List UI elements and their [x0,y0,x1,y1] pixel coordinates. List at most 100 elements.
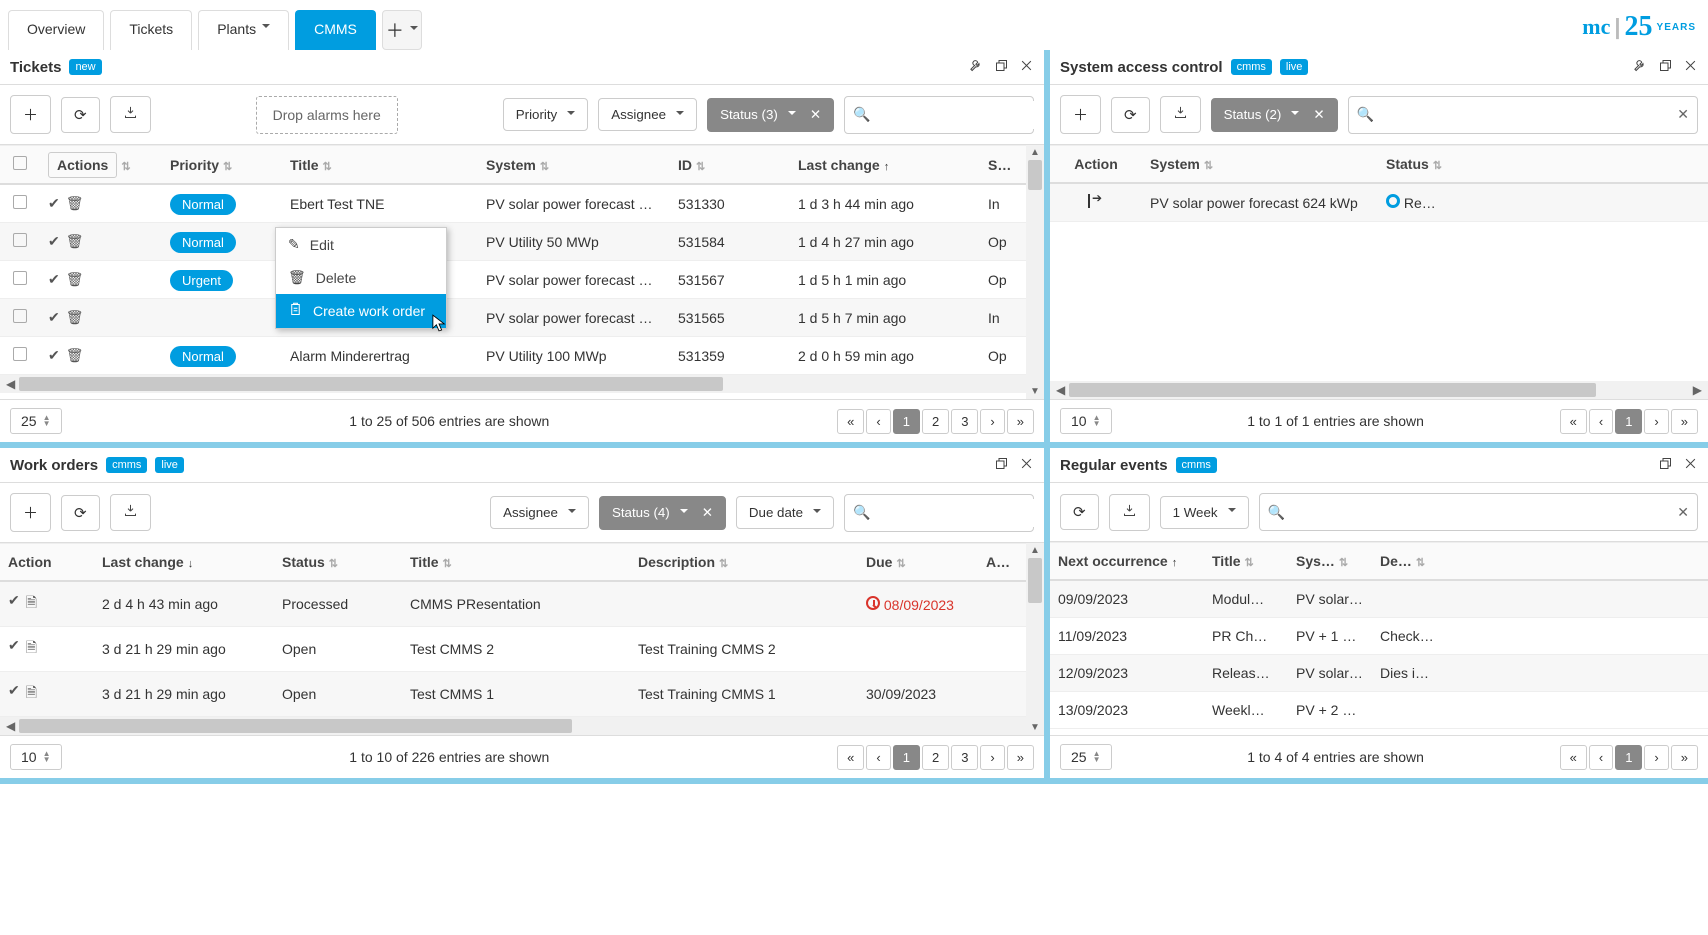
close-icon[interactable] [1683,456,1698,474]
trash-icon[interactable]: 🗑 [66,347,84,364]
horizontal-scrollbar[interactable]: ◀▶ [0,717,1044,735]
col-status[interactable]: Status [980,147,1020,183]
download-button[interactable] [1109,494,1150,531]
search-input[interactable] [870,499,1044,527]
restore-icon[interactable] [1658,456,1673,474]
status-filter[interactable]: Status (2)✕ [1211,98,1338,132]
col-due[interactable]: Due⇅ [858,544,978,580]
document-icon[interactable]: 🗎 [26,682,37,706]
page-1[interactable]: 1 [1615,745,1642,770]
download-button[interactable] [110,494,151,531]
page-2[interactable]: 2 [922,409,949,434]
col-system[interactable]: System⇅ [1142,146,1378,182]
page-2[interactable]: 2 [922,745,949,770]
table-row[interactable]: ✔🗑 Normal Alarm Minderertrag PV Utility … [0,337,1044,375]
refresh-button[interactable]: ⟳ [1060,494,1099,530]
trash-icon[interactable]: 🗑 [66,233,84,250]
col-last-change[interactable]: Last change↑ [790,147,980,183]
ctx-edit[interactable]: ✎ Edit [276,228,446,261]
range-filter[interactable]: 1 Week [1160,496,1249,529]
page-first[interactable]: « [837,745,864,770]
clear-filter-icon[interactable]: ✕ [702,505,713,521]
add-tab-button[interactable]: ＋ [382,10,422,50]
download-button[interactable] [1160,96,1201,133]
page-prev[interactable]: ‹ [1589,409,1613,434]
col-description[interactable]: Description⇅ [630,544,858,580]
search-input[interactable] [1374,101,1677,129]
exit-icon[interactable] [1088,194,1104,208]
page-size-selector[interactable]: 25▲▼ [1060,744,1112,770]
add-button[interactable]: ＋ [10,95,51,134]
table-row[interactable]: ✔🗑 PV solar power forecast … 531565 1 d … [0,299,1044,337]
page-last[interactable]: » [1007,745,1034,770]
page-size-selector[interactable]: 25▲▼ [10,408,62,434]
page-size-selector[interactable]: 10▲▼ [1060,408,1112,434]
page-last[interactable]: » [1671,745,1698,770]
col-actions[interactable]: Actions⇅ [40,147,162,183]
check-icon[interactable]: ✔ [48,309,60,326]
trash-icon[interactable]: 🗑 [66,195,84,212]
tab-plants[interactable]: Plants [198,10,289,50]
clear-search-icon[interactable]: ✕ [1677,106,1689,123]
search-box[interactable]: 🔍✕ [1259,493,1698,531]
tab-overview[interactable]: Overview [8,10,104,50]
scroll-left-icon[interactable]: ◀ [2,719,19,733]
row-checkbox[interactable] [13,233,27,247]
status-filter[interactable]: Status (4)✕ [599,496,726,530]
page-first[interactable]: « [837,409,864,434]
vertical-scrollbar[interactable]: ▲▼ [1026,543,1044,735]
col-system[interactable]: System⇅ [478,147,670,183]
assignee-filter[interactable]: Assignee [598,98,697,131]
col-priority[interactable]: Priority⇅ [162,147,282,183]
select-all-checkbox[interactable] [13,156,27,170]
trash-icon[interactable]: 🗑 [66,271,84,288]
search-input[interactable] [1285,498,1677,526]
page-3[interactable]: 3 [951,745,978,770]
page-size-selector[interactable]: 10▲▼ [10,744,62,770]
wrench-icon[interactable] [1633,58,1648,76]
scroll-thumb[interactable] [1069,383,1596,397]
table-row[interactable]: ✔🗑 Urgent PV solar power forecast … 5315… [0,261,1044,299]
table-row[interactable]: 11/09/2023 PR Ch… PV + 1 batt Check … [1050,618,1708,655]
vertical-scrollbar[interactable]: ▲▼ [1026,145,1044,399]
page-3[interactable]: 3 [951,409,978,434]
check-icon[interactable]: ✔ [48,195,60,212]
table-row[interactable]: ✔🗎 2 d 4 h 43 min ago Processed CMMS PRe… [0,582,1044,627]
search-box[interactable]: 🔍✕ [844,494,1034,532]
page-first[interactable]: « [1560,745,1587,770]
scroll-thumb[interactable] [1028,160,1042,190]
check-icon[interactable]: ✔ [8,592,20,616]
col-next-occurrence[interactable]: Next occurrence↑ [1050,543,1204,579]
page-1[interactable]: 1 [893,409,920,434]
restore-icon[interactable] [994,58,1009,76]
trash-icon[interactable]: 🗑 [66,309,84,326]
clear-filter-icon[interactable]: ✕ [1313,107,1324,123]
horizontal-scrollbar[interactable]: ◀▶ [0,375,1044,393]
refresh-button[interactable]: ⟳ [61,495,100,531]
status-filter[interactable]: Status (3)✕ [707,98,834,132]
tab-tickets[interactable]: Tickets [110,10,192,50]
close-icon[interactable] [1019,58,1034,76]
dropzone[interactable]: Drop alarms here [256,96,398,134]
scroll-up-icon[interactable]: ▲ [1030,545,1040,556]
table-row[interactable]: ✔🗎 3 d 21 h 29 min ago Open Test CMMS 1 … [0,672,1044,717]
search-input[interactable] [870,101,1044,129]
check-icon[interactable]: ✔ [8,682,20,706]
clear-search-icon[interactable]: ✕ [1677,504,1689,521]
row-checkbox[interactable] [13,271,27,285]
page-next[interactable]: › [980,745,1004,770]
scroll-thumb[interactable] [19,719,572,733]
table-row[interactable]: ✔🗎 3 d 21 h 29 min ago Open Test CMMS 2 … [0,627,1044,672]
scroll-thumb[interactable] [1028,558,1042,603]
page-prev[interactable]: ‹ [866,409,890,434]
search-box[interactable]: 🔍 ✕ [844,96,1034,134]
col-description[interactable]: De…⇅ [1372,543,1442,579]
assignee-filter[interactable]: Assignee [490,496,589,529]
scroll-down-icon[interactable]: ▼ [1030,386,1040,397]
row-checkbox[interactable] [13,195,27,209]
check-icon[interactable]: ✔ [48,347,60,364]
close-icon[interactable] [1683,58,1698,76]
col-title[interactable]: Title⇅ [282,147,478,183]
row-checkbox[interactable] [13,309,27,323]
scroll-down-icon[interactable]: ▼ [1030,722,1040,733]
